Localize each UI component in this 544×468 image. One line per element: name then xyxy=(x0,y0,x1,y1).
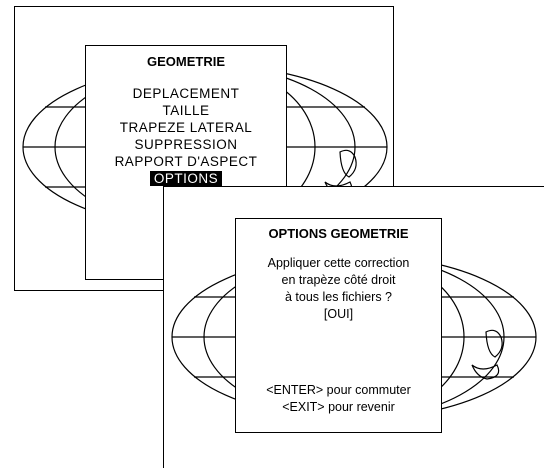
menu-item-suppression[interactable]: SUPPRESSION xyxy=(86,136,286,153)
message-line-1: Appliquer cette correction xyxy=(267,256,410,270)
menu-item-rapport-d-aspect[interactable]: RAPPORT D'ASPECT xyxy=(86,153,286,170)
menu-title: GEOMETRIE xyxy=(146,54,225,69)
toggle-value[interactable]: [OUI] xyxy=(236,306,441,323)
menu-item-options[interactable]: OPTIONS xyxy=(86,170,286,187)
menu-item-label: SUPPRESSION xyxy=(134,137,238,152)
exit-hint: <EXIT> pour revenir xyxy=(282,400,395,414)
menu-item-trapeze-lateral[interactable]: TRAPEZE LATERAL xyxy=(86,119,286,136)
menu-item-label: TAILLE xyxy=(162,103,210,118)
menu-item-label: RAPPORT D'ASPECT xyxy=(114,154,258,169)
message-line-2: en trapèze côté droit xyxy=(281,273,396,287)
menu-item-label: OPTIONS xyxy=(149,171,223,186)
menu-item-deplacement[interactable]: DEPLACEMENT xyxy=(86,85,286,102)
menu-title: OPTIONS GEOMETRIE xyxy=(268,226,409,241)
menu-item-label: DEPLACEMENT xyxy=(132,86,240,101)
enter-hint: <ENTER> pour commuter xyxy=(266,383,411,397)
menu-item-label: TRAPEZE LATERAL xyxy=(119,120,253,135)
projector-screen-front: OPTIONS GEOMETRIE Appliquer cette correc… xyxy=(163,186,544,468)
message-line-3: à tous les fichiers ? xyxy=(285,290,392,304)
options-geometrie-menu: OPTIONS GEOMETRIE Appliquer cette correc… xyxy=(235,218,442,433)
menu-item-taille[interactable]: TAILLE xyxy=(86,102,286,119)
